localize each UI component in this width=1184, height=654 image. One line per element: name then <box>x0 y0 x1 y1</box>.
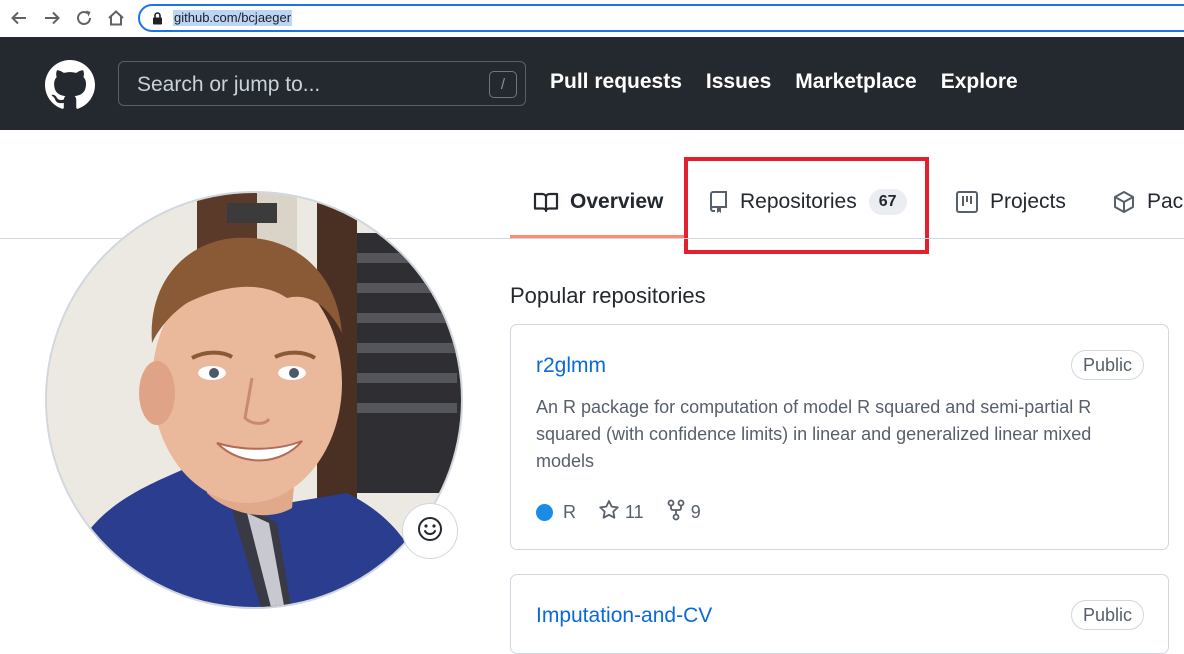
nav-pull-requests[interactable]: Pull requests <box>550 70 682 94</box>
search-box[interactable]: / <box>118 61 526 106</box>
set-status-button[interactable] <box>402 503 458 559</box>
repo-stars-count: 11 <box>625 502 644 522</box>
popular-repositories-heading: Popular repositories <box>510 283 706 308</box>
github-header: / Pull requests Issues Marketplace Explo… <box>0 37 1184 130</box>
github-logo-icon[interactable] <box>45 60 95 110</box>
address-bar[interactable]: github.com/bcjaeger <box>138 4 1184 32</box>
book-icon <box>533 191 559 213</box>
tab-packages-label: Pack <box>1147 190 1184 213</box>
repo-card: r2glmm Public An R package for computati… <box>510 324 1169 550</box>
repo-forks-count: 9 <box>690 502 701 522</box>
home-icon[interactable] <box>103 5 129 31</box>
reload-icon[interactable] <box>71 5 97 31</box>
language-color-dot <box>536 504 553 521</box>
url-text[interactable]: github.com/bcjaeger <box>173 10 293 26</box>
fork-icon <box>666 499 691 526</box>
nav-explore[interactable]: Explore <box>941 70 1018 94</box>
search-shortcut-key: / <box>489 71 517 98</box>
header-nav: Pull requests Issues Marketplace Explore <box>550 70 1018 94</box>
back-arrow-icon[interactable] <box>6 5 32 31</box>
forward-arrow-icon[interactable] <box>39 5 65 31</box>
visibility-badge: Public <box>1070 600 1144 630</box>
star-icon <box>598 499 625 526</box>
repo-name-link[interactable]: Imputation-and-CV <box>536 604 712 628</box>
nav-marketplace[interactable]: Marketplace <box>795 70 916 94</box>
visibility-badge: Public <box>1070 350 1144 380</box>
repo-language-label: R <box>563 502 576 522</box>
tab-projects-label: Projects <box>990 190 1066 213</box>
browser-toolbar: github.com/bcjaeger <box>0 0 1184 37</box>
repo-description: An R package for computation of model R … <box>536 397 1092 471</box>
repo-card: Imputation-and-CV Public <box>510 574 1169 654</box>
repo-name-link[interactable]: r2glmm <box>536 354 606 378</box>
lock-icon <box>152 12 163 30</box>
search-input[interactable] <box>137 73 477 97</box>
tab-overview[interactable]: Overview <box>533 186 663 218</box>
project-board-icon <box>955 190 979 214</box>
tab-projects[interactable]: Projects <box>955 186 1066 218</box>
avatar-photo <box>47 193 461 607</box>
tab-overview-label: Overview <box>570 190 664 213</box>
repo-language: R <box>536 502 576 523</box>
repo-stars-link[interactable]: 11 <box>598 499 644 526</box>
repo-meta: R 11 9 <box>536 499 723 526</box>
package-icon <box>1112 190 1136 214</box>
repositories-highlight-box <box>684 157 929 254</box>
tab-packages[interactable]: Pack <box>1112 186 1184 218</box>
smiley-icon <box>417 516 443 547</box>
avatar[interactable] <box>45 191 463 609</box>
repo-forks-link[interactable]: 9 <box>666 499 701 526</box>
nav-issues[interactable]: Issues <box>706 70 771 94</box>
